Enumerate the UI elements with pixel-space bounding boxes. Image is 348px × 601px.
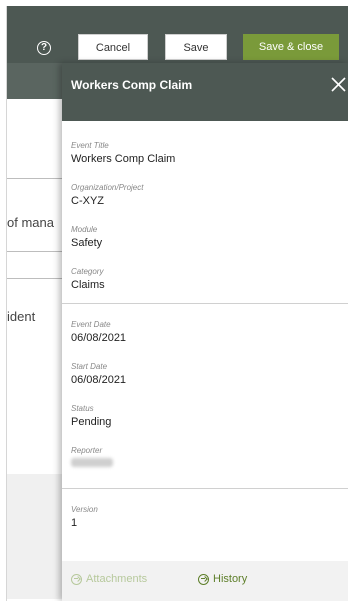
background-divider	[7, 251, 67, 252]
field-value: Safety	[71, 237, 103, 249]
organization-field: Organization/Project C-XYZ	[71, 183, 143, 207]
version-field: Version 1	[71, 505, 98, 529]
top-toolbar: ? Cancel Save Save & close	[7, 6, 348, 63]
event-date-field: Event Date 06/08/2021	[71, 320, 126, 344]
panel-title: Workers Comp Claim	[71, 78, 193, 92]
save-and-close-button[interactable]: Save & close	[243, 34, 339, 60]
cancel-button[interactable]: Cancel	[78, 34, 148, 60]
tab-history-label: History	[213, 573, 248, 585]
background-divider	[7, 178, 67, 179]
field-label: Event Title	[71, 141, 109, 150]
field-value: Workers Comp Claim	[71, 153, 176, 165]
category-field: Category Claims	[71, 267, 105, 291]
panel-body: Event Title Workers Comp Claim Organizat…	[62, 121, 348, 561]
app-frame: ? Cancel Save Save & close of mana ident…	[6, 6, 348, 601]
field-label: Start Date	[71, 362, 108, 371]
field-label: Status	[71, 404, 94, 413]
section-divider	[62, 303, 348, 304]
panel-footer-tabs: Attachments History	[62, 561, 348, 601]
field-label: Category	[71, 267, 104, 276]
save-button[interactable]: Save	[165, 34, 227, 60]
tab-attachments[interactable]: Attachments	[71, 573, 147, 585]
arrow-circle-icon	[198, 573, 209, 585]
field-value: 06/08/2021	[71, 332, 127, 344]
field-value	[71, 458, 113, 470]
field-value: 1	[71, 517, 78, 529]
help-icon[interactable]: ?	[37, 41, 51, 55]
tab-attachments-label: Attachments	[86, 573, 148, 585]
module-field: Module Safety	[71, 225, 102, 249]
background-divider	[7, 278, 67, 279]
field-value: Claims	[71, 279, 105, 291]
start-date-field: Start Date 06/08/2021	[71, 362, 126, 386]
tab-history[interactable]: History	[198, 573, 247, 585]
arrow-circle-icon	[71, 573, 82, 585]
field-label: Organization/Project	[71, 183, 144, 192]
background-row-text: ident	[7, 309, 36, 324]
panel-header: Workers Comp Claim	[62, 63, 348, 121]
background-row-text: of mana	[7, 215, 54, 230]
field-value: 06/08/2021	[71, 374, 127, 386]
background-footer-area	[7, 474, 67, 599]
close-icon[interactable]	[327, 73, 348, 95]
field-label: Event Date	[71, 320, 111, 329]
event-title-field: Event Title Workers Comp Claim	[71, 141, 175, 165]
status-field: Status Pending	[71, 404, 111, 428]
redacted-reporter-name	[71, 458, 113, 467]
field-label: Version	[71, 505, 98, 514]
field-label: Module	[71, 225, 98, 234]
field-label: Reporter	[71, 446, 103, 455]
event-detail-panel: Workers Comp Claim Event Title Workers C…	[62, 63, 348, 601]
section-divider	[62, 488, 348, 489]
field-value: C-XYZ	[71, 195, 104, 207]
field-value: Pending	[71, 416, 112, 428]
reporter-field: Reporter	[71, 446, 113, 470]
